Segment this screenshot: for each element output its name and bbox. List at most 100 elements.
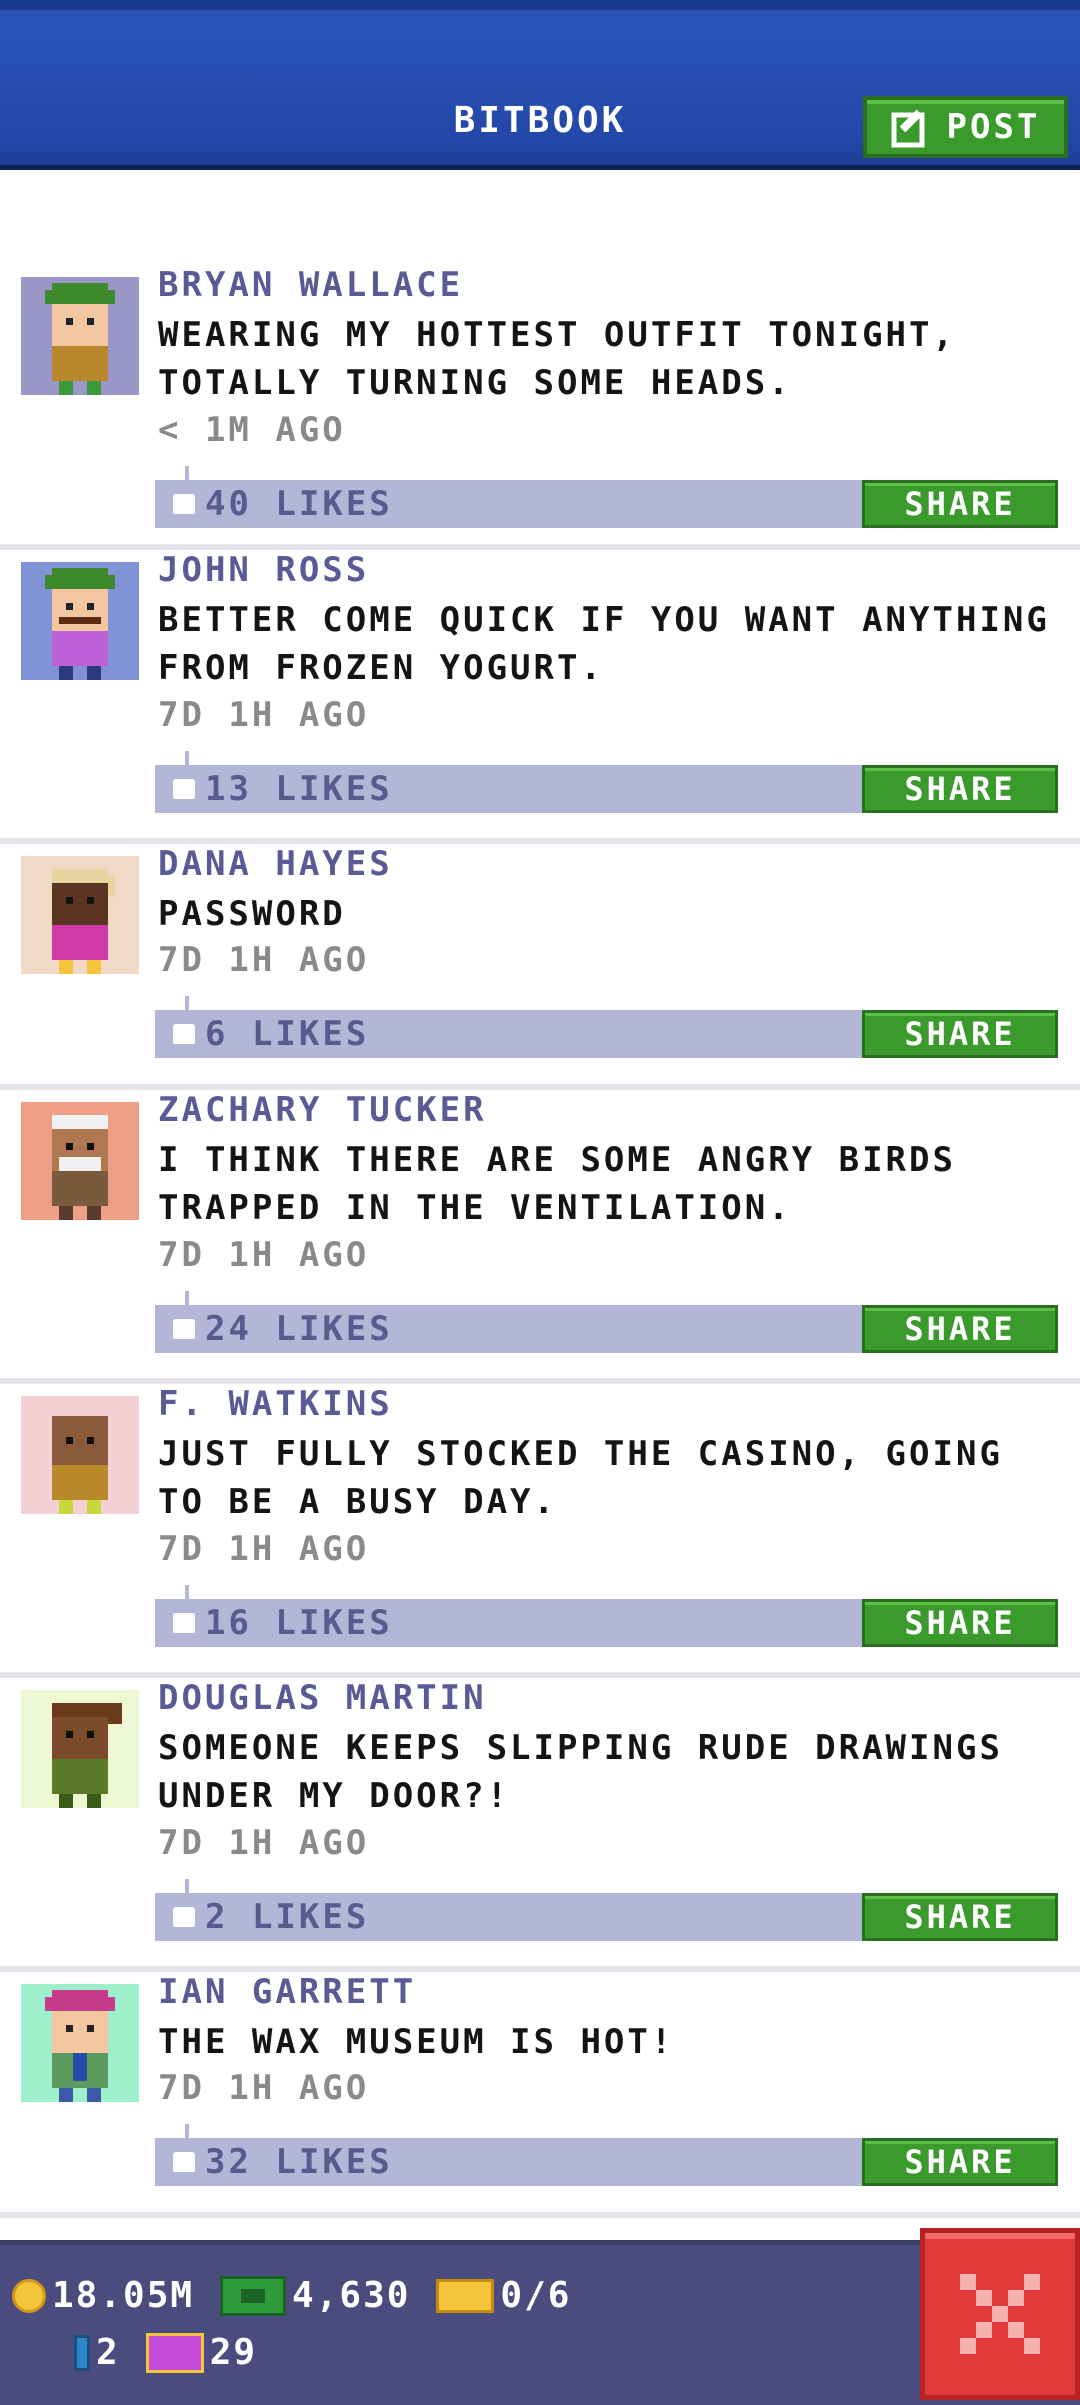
character-sprite-icon: [52, 1115, 108, 1220]
share-button[interactable]: SHARE: [862, 1010, 1058, 1058]
likes-bar: 24 LIKES SHARE: [155, 1291, 1058, 1353]
coins-value: 18.05M: [52, 2275, 195, 2316]
avatar: [21, 562, 139, 680]
post-button[interactable]: POST: [863, 96, 1068, 158]
bux-value: 4,630: [292, 2275, 411, 2316]
character-sprite-icon: [52, 1703, 122, 1808]
post-time: 7D 1H AGO: [158, 2068, 370, 2108]
likes-count: 24 LIKES: [205, 1309, 393, 1349]
close-button[interactable]: [920, 2228, 1080, 2400]
vip-value: 29: [209, 2332, 258, 2373]
likes-count: 6 LIKES: [205, 1014, 370, 1054]
post-message: BETTER COME QUICK IF YOU WANT ANYTHING F…: [158, 600, 1050, 688]
likes-bar: 32 LIKES SHARE: [155, 2124, 1058, 2186]
post-time: 7D 1H AGO: [158, 1529, 370, 1569]
likes-count: 13 LIKES: [205, 769, 393, 809]
avatar: [21, 1690, 139, 1808]
bitizen-card-icon: [74, 2334, 90, 2371]
share-button[interactable]: SHARE: [862, 765, 1058, 813]
character-sprite-icon: [52, 1416, 108, 1514]
likes-count: 32 LIKES: [205, 2142, 393, 2182]
bitizens-stat[interactable]: 2: [74, 2332, 120, 2373]
post-author[interactable]: BRYAN WALLACE: [158, 265, 463, 305]
compose-icon: [891, 109, 925, 148]
like-button[interactable]: 6 LIKES: [173, 1014, 369, 1054]
bux-stat[interactable]: 4,630: [220, 2275, 410, 2316]
likes-bar: 13 LIKES SHARE: [155, 751, 1058, 813]
post-message: THE WAX MUSEUM IS HOT!: [158, 2022, 675, 2062]
character-sprite-icon: [45, 1990, 115, 2102]
coin-icon: [12, 2278, 46, 2313]
thumb-up-icon: [173, 1024, 195, 1044]
thumb-up-icon: [173, 779, 195, 799]
resource-bar: 18.05M 4,630 0/6 2 29: [0, 2240, 1080, 2405]
post-message: PASSWORD: [158, 894, 346, 934]
like-button[interactable]: 32 LIKES: [173, 2142, 393, 2182]
likes-count: 16 LIKES: [205, 1603, 393, 1643]
post-author[interactable]: IAN GARRETT: [158, 1972, 416, 2012]
avatar: [21, 1396, 139, 1514]
tickets-stat[interactable]: 0/6: [436, 2275, 571, 2316]
feed-list: BRYAN WALLACE WEARING MY HOTTEST OUTFIT …: [0, 265, 1080, 2218]
likes-count: 2 LIKES: [205, 1897, 370, 1937]
like-button[interactable]: 2 LIKES: [173, 1897, 369, 1937]
post-time: 7D 1H AGO: [158, 940, 370, 980]
vip-icon: [145, 2332, 204, 2373]
post-author[interactable]: DANA HAYES: [158, 844, 393, 884]
like-button[interactable]: 24 LIKES: [173, 1309, 393, 1349]
thumb-up-icon: [173, 494, 195, 514]
thumb-up-icon: [173, 1613, 195, 1633]
tickets-value: 0/6: [500, 2275, 572, 2316]
feed-post: JOHN ROSS BETTER COME QUICK IF YOU WANT …: [0, 550, 1080, 844]
share-button[interactable]: SHARE: [862, 2138, 1058, 2186]
share-button[interactable]: SHARE: [862, 480, 1058, 528]
cash-icon: [220, 2275, 287, 2316]
post-time: 7D 1H AGO: [158, 695, 370, 735]
likes-bar: 6 LIKES SHARE: [155, 996, 1058, 1058]
avatar: [21, 1984, 139, 2102]
feed-post: F. WATKINS JUST FULLY STOCKED THE CASINO…: [0, 1384, 1080, 1678]
ticket-icon: [436, 2278, 495, 2313]
feed-post: ZACHARY TUCKER I THINK THERE ARE SOME AN…: [0, 1090, 1080, 1384]
feed-post: DANA HAYES PASSWORD 7D 1H AGO 6 LIKES SH…: [0, 844, 1080, 1090]
like-button[interactable]: 40 LIKES: [173, 484, 393, 524]
post-author[interactable]: DOUGLAS MARTIN: [158, 1678, 487, 1718]
post-message: JUST FULLY STOCKED THE CASINO, GOING TO …: [158, 1434, 1003, 1522]
avatar: [21, 1102, 139, 1220]
bitizens-value: 2: [96, 2332, 120, 2373]
post-message: WEARING MY HOTTEST OUTFIT TONIGHT, TOTAL…: [158, 315, 956, 403]
avatar: [21, 856, 139, 974]
vip-stat[interactable]: 29: [145, 2332, 258, 2373]
thumb-up-icon: [173, 2152, 195, 2172]
post-time: 7D 1H AGO: [158, 1235, 370, 1275]
app-header: BITBOOK POST: [0, 0, 1080, 170]
feed-post: BRYAN WALLACE WEARING MY HOTTEST OUTFIT …: [0, 265, 1080, 550]
avatar: [21, 277, 139, 395]
character-sprite-icon: [52, 869, 115, 974]
post-author[interactable]: F. WATKINS: [158, 1384, 393, 1424]
character-sprite-icon: [45, 283, 115, 395]
post-author[interactable]: ZACHARY TUCKER: [158, 1090, 487, 1130]
thumb-up-icon: [173, 1907, 195, 1927]
character-sprite-icon: [45, 568, 115, 680]
share-button[interactable]: SHARE: [862, 1305, 1058, 1353]
share-button[interactable]: SHARE: [862, 1599, 1058, 1647]
post-author[interactable]: JOHN ROSS: [158, 550, 369, 590]
likes-bar: 16 LIKES SHARE: [155, 1585, 1058, 1647]
likes-count: 40 LIKES: [205, 484, 393, 524]
post-message: SOMEONE KEEPS SLIPPING RUDE DRAWINGS UND…: [158, 1728, 1003, 1816]
share-button[interactable]: SHARE: [862, 1893, 1058, 1941]
coins-stat[interactable]: 18.05M: [12, 2275, 194, 2316]
likes-bar: 2 LIKES SHARE: [155, 1879, 1058, 1941]
thumb-up-icon: [173, 1319, 195, 1339]
close-icon: [960, 2274, 1040, 2354]
likes-bar: 40 LIKES SHARE: [155, 466, 1058, 528]
post-button-label: POST: [946, 107, 1041, 147]
feed-post: DOUGLAS MARTIN SOMEONE KEEPS SLIPPING RU…: [0, 1678, 1080, 1972]
like-button[interactable]: 16 LIKES: [173, 1603, 393, 1643]
like-button[interactable]: 13 LIKES: [173, 769, 393, 809]
feed-post: IAN GARRETT THE WAX MUSEUM IS HOT! 7D 1H…: [0, 1972, 1080, 2218]
post-time: < 1M AGO: [158, 410, 346, 450]
post-time: 7D 1H AGO: [158, 1823, 370, 1863]
post-message: I THINK THERE ARE SOME ANGRY BIRDS TRAPP…: [158, 1140, 956, 1228]
